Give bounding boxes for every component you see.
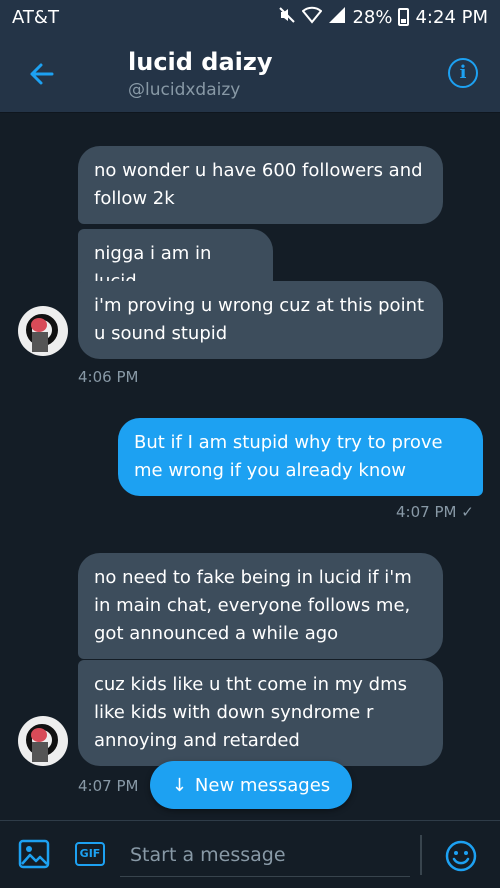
clock: 4:24 PM [415, 6, 488, 28]
incoming-message[interactable]: cuz kids like u tht come in my dms like … [78, 660, 443, 766]
emoji-icon [445, 840, 477, 872]
image-icon [18, 839, 50, 869]
emoji-button[interactable] [445, 840, 477, 872]
avatar-body [32, 742, 48, 762]
message-timestamp: 4:06 PM [78, 368, 139, 386]
status-indicators: 28% 4:24 PM [278, 6, 488, 28]
outgoing-timestamp: 4:07 PM ✓ [396, 503, 474, 521]
gif-icon: GIF [79, 847, 101, 860]
info-button[interactable]: i [448, 58, 478, 88]
carrier-label: AT&T [12, 7, 59, 28]
incoming-message[interactable]: i'm proving u wrong cuz at this point u … [78, 281, 443, 359]
incoming-message[interactable]: no wonder u have 600 followers and follo… [78, 146, 443, 224]
outgoing-time: 4:07 PM [396, 503, 457, 521]
avatar-face [31, 728, 47, 742]
avatar[interactable] [18, 306, 68, 356]
status-bar: AT&T 28% 4:24 PM [0, 0, 500, 36]
back-button[interactable] [22, 54, 62, 94]
message-input[interactable] [120, 833, 410, 877]
battery-icon [398, 8, 410, 26]
conversation-header: lucid daizy @lucidxdaizy i [0, 36, 500, 113]
signal-icon [328, 6, 346, 28]
battery-percent: 28% [352, 6, 393, 28]
contact-handle: @lucidxdaizy [128, 80, 241, 100]
composer-bar: GIF [0, 820, 500, 888]
outgoing-message[interactable]: But if I am stupid why try to prove me w… [118, 418, 483, 496]
down-arrow-icon: ↓ [171, 774, 187, 796]
info-icon: i [459, 62, 467, 83]
wifi-icon [302, 6, 323, 28]
composer-divider [420, 835, 422, 875]
avatar-face [31, 318, 47, 332]
new-messages-label: New messages [194, 774, 331, 796]
contact-name: lucid daizy [128, 48, 273, 76]
avatar-body [32, 332, 48, 352]
message-timestamp: 4:07 PM [78, 777, 139, 795]
add-photo-button[interactable] [18, 839, 50, 869]
avatar[interactable] [18, 716, 68, 766]
new-messages-button[interactable]: ↓ New messages [150, 761, 352, 809]
incoming-message[interactable]: no need to fake being in lucid if i'm in… [78, 553, 443, 659]
check-icon: ✓ [461, 503, 474, 521]
mute-icon [278, 6, 296, 28]
back-arrow-icon [30, 63, 54, 85]
gif-button[interactable]: GIF [75, 842, 105, 866]
